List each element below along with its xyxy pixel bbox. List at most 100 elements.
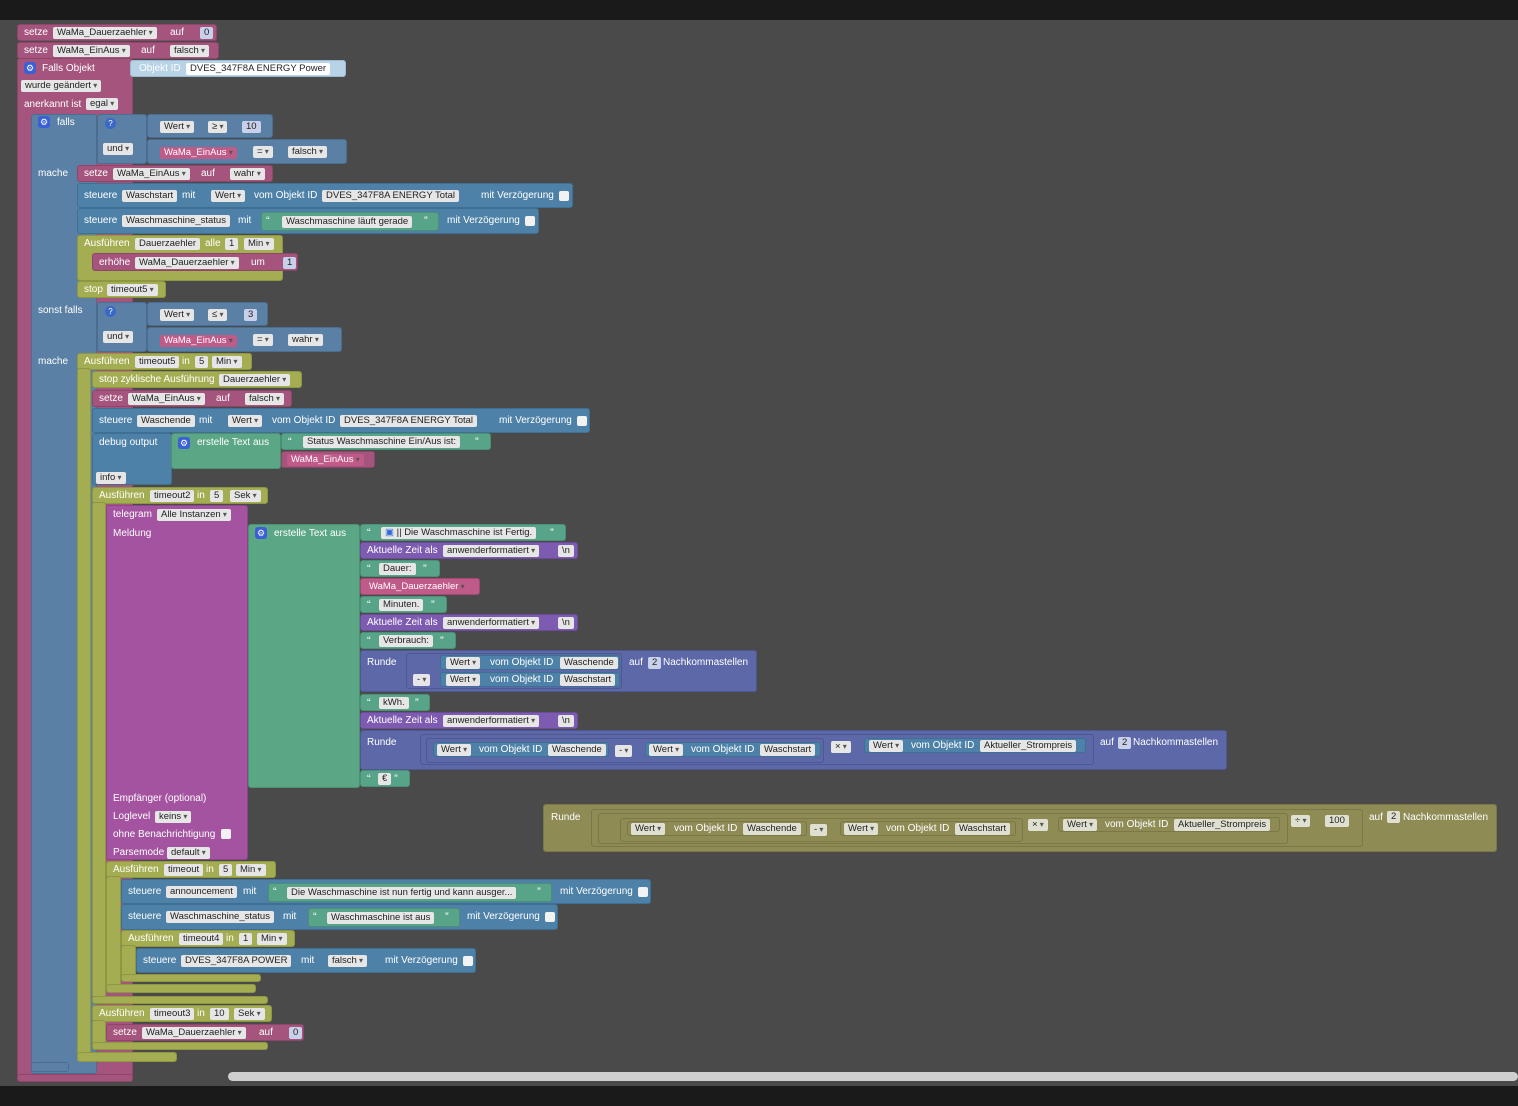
help-icon[interactable]: ? — [105, 306, 116, 317]
compare-le-block[interactable]: Wert ≤ 3 — [147, 302, 268, 326]
bool-falsch[interactable]: falsch — [288, 146, 328, 158]
time-format[interactable]: anwenderformatiert — [443, 715, 540, 727]
op-minus[interactable]: - — [810, 824, 828, 836]
var-dauerzaehler[interactable]: WaMa_Dauerzaehler — [142, 1027, 246, 1039]
text-announce[interactable]: Die Waschmaschine ist nun fertig und kan… — [287, 887, 517, 899]
stop-interval-block[interactable]: stop zyklische Ausführung Dauerzaehler — [92, 371, 302, 388]
delay-checkbox[interactable] — [638, 887, 648, 897]
bool-falsch[interactable]: falsch — [245, 393, 285, 405]
unit-min[interactable]: Min — [257, 933, 287, 945]
delay-checkbox[interactable] — [577, 416, 587, 426]
timer-timeout5[interactable]: timeout5 — [135, 356, 180, 368]
var-dauerzaehler[interactable]: WaMa_Dauerzaehler — [53, 27, 157, 39]
object-id-total[interactable]: DVES_347F8A ENERGY Total — [322, 190, 460, 202]
num-5[interactable]: 5 — [195, 356, 209, 368]
control-status-block[interactable]: steuere Waschmaschine_status mit “ Wasch… — [77, 208, 539, 234]
get-value-waschstart-disabled[interactable]: Wert vom Objekt ID Waschstart — [840, 821, 1016, 836]
delay-checkbox[interactable] — [463, 956, 473, 966]
trigger-mode-dropdown[interactable]: wurde geändert — [21, 80, 102, 92]
control-waschstart-block[interactable]: steuere Waschstart mit Wert vom Objekt I… — [77, 183, 573, 208]
object-announcement[interactable]: announcement — [166, 886, 237, 898]
text-verbrauch-block[interactable]: “ Verbrauch: ” — [360, 632, 456, 649]
text-verbrauch[interactable]: Verbrauch: — [379, 635, 433, 647]
set-einaus-block[interactable]: setze WaMa_EinAus auf falsch — [17, 42, 219, 59]
logic-und[interactable]: und — [103, 331, 134, 343]
gear-icon[interactable]: ⚙ — [178, 437, 190, 449]
object-id-block[interactable]: Objekt ID DVES_347F8A ENERGY Power — [130, 60, 346, 77]
timer-timeout2[interactable]: timeout2 — [150, 490, 195, 502]
object-power-out[interactable]: DVES_347F8A POWER — [181, 955, 292, 967]
text-euro-block[interactable]: “ € ” — [360, 770, 410, 787]
text-block[interactable]: “ Waschmaschine ist aus ” — [308, 908, 460, 927]
attr-wert[interactable]: Wert — [437, 744, 472, 756]
unit-min[interactable]: Min — [244, 238, 274, 250]
text-kwh[interactable]: kWh. — [379, 697, 409, 709]
timeout2-block[interactable]: Ausführen timeout2 in 5 Sek — [92, 487, 268, 504]
bool-wahr[interactable]: wahr — [288, 334, 323, 346]
timer-timeout4[interactable]: timeout4 — [179, 933, 224, 945]
var-einaus[interactable]: WaMa_EinAus — [287, 454, 364, 466]
num-2[interactable]: 2 — [1118, 737, 1132, 749]
unit-sek[interactable]: Sek — [230, 490, 261, 502]
get-dauerzaehler-block[interactable]: WaMa_Dauerzaehler — [360, 578, 480, 595]
object-status[interactable]: Waschmaschine_status — [122, 215, 230, 227]
op-minus[interactable]: - — [615, 745, 633, 757]
attr-wert[interactable]: Wert — [631, 823, 666, 835]
delay-checkbox[interactable] — [525, 216, 535, 226]
num-10[interactable]: 10 — [242, 121, 261, 133]
op-eq[interactable]: = — [253, 334, 273, 346]
timeout4-block[interactable]: Ausführen timeout4 in 1 Min — [121, 930, 295, 947]
get-value-waschstart[interactable]: Wert vom Objekt ID Waschstart — [645, 742, 821, 757]
num-10[interactable]: 10 — [210, 1008, 229, 1020]
num-2[interactable]: 2 — [1387, 811, 1401, 823]
object-status[interactable]: Waschmaschine_status — [166, 911, 274, 923]
var-einaus[interactable]: WaMa_EinAus — [160, 335, 237, 347]
set-dauerzaehler-zero-block[interactable]: setze WaMa_Dauerzaehler auf 0 — [106, 1024, 304, 1041]
op-div[interactable]: ÷ — [1291, 815, 1311, 827]
attr-wert[interactable]: Wert — [446, 657, 481, 669]
object-waschstart[interactable]: Waschstart — [560, 674, 616, 686]
unit-min[interactable]: Min — [236, 864, 266, 876]
attr-wert[interactable]: Wert — [211, 190, 246, 202]
set-einaus-falsch-block[interactable]: setze WaMa_EinAus auf falsch — [92, 390, 292, 407]
timer-timeout[interactable]: timeout — [164, 864, 204, 876]
object-id-power[interactable]: DVES_347F8A ENERGY Power — [186, 63, 331, 75]
control-power-block[interactable]: steuere DVES_347F8A POWER mit falsch mit… — [136, 948, 476, 973]
object-waschende[interactable]: Waschende — [137, 415, 195, 427]
op-times[interactable]: × — [831, 741, 851, 753]
text-status-block[interactable]: “ Status Waschmaschine Ein/Aus ist: ” — [281, 433, 491, 450]
attr-wert[interactable]: Wert — [844, 823, 879, 835]
attr-wert[interactable]: Wert — [446, 674, 481, 686]
silent-checkbox[interactable] — [221, 829, 231, 839]
attr-wert[interactable]: Wert — [649, 744, 684, 756]
text-status-einaus[interactable]: Status Waschmaschine Ein/Aus ist: — [303, 436, 461, 448]
horizontal-scrollbar[interactable] — [228, 1072, 1518, 1081]
object-waschstart[interactable]: Waschstart — [122, 190, 178, 202]
create-text-block-2[interactable]: ⚙ erstelle Text aus — [248, 524, 360, 788]
get-value-strompreis-disabled[interactable]: Wert vom Objekt ID Aktueller_Strompreis — [1058, 817, 1280, 832]
num-1[interactable]: 1 — [239, 933, 253, 945]
logic-und[interactable]: und — [103, 143, 134, 155]
compare-eq-block-2[interactable]: WaMa_EinAus = wahr — [147, 327, 342, 352]
gear-icon[interactable]: ⚙ — [38, 116, 50, 128]
object-waschende[interactable]: Waschende — [560, 657, 618, 669]
object-id-total[interactable]: DVES_347F8A ENERGY Total — [340, 415, 478, 427]
bool-wahr[interactable]: wahr — [230, 168, 265, 180]
text-block[interactable]: “ Waschmaschine läuft gerade ” — [261, 212, 439, 231]
bool-falsch[interactable]: falsch — [328, 955, 368, 967]
num-1[interactable]: 1 — [225, 238, 239, 250]
get-value-waschende-disabled[interactable]: Wert vom Objekt ID Waschende — [627, 821, 807, 836]
unit-sek[interactable]: Sek — [234, 1008, 265, 1020]
attr-wert[interactable]: Wert — [1063, 819, 1098, 831]
set-dauerzaehler-block[interactable]: setze WaMa_Dauerzaehler auf 0 — [17, 24, 217, 41]
get-value-waschende[interactable]: Wert vom Objekt ID Waschende — [433, 742, 609, 757]
text-block[interactable]: “ Die Waschmaschine ist nun fertig und k… — [268, 883, 552, 902]
control-status-aus-block[interactable]: steuere Waschmaschine_status mit “ Wasch… — [121, 904, 558, 930]
control-announcement-block[interactable]: steuere announcement mit “ Die Waschmasc… — [121, 879, 651, 904]
num-2[interactable]: 2 — [648, 657, 662, 669]
get-value-waschende[interactable]: Wert vom Objekt ID Waschende — [440, 655, 620, 670]
object-waschstart[interactable]: Waschstart — [760, 744, 816, 756]
and-block-1[interactable]: ? und — [97, 114, 147, 164]
num-5[interactable]: 5 — [210, 490, 224, 502]
debug-output-block[interactable]: debug output info — [92, 433, 172, 485]
